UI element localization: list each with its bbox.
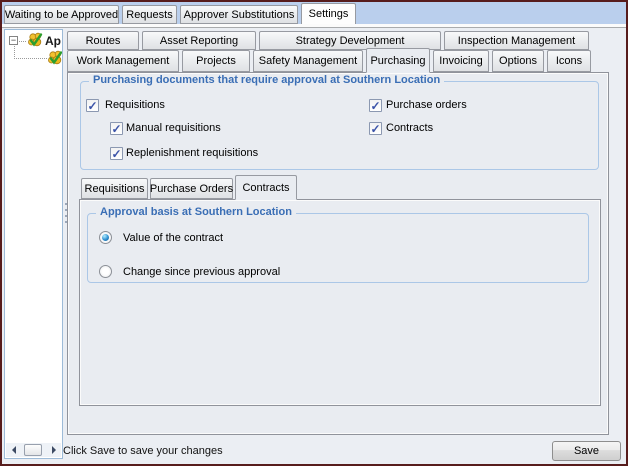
requisitions-checkbox-label[interactable]: Requisitions (105, 99, 165, 111)
tab-invoicing[interactable]: Invoicing (433, 50, 489, 72)
tree-node-label[interactable]: Ap (45, 34, 61, 48)
replenishment-requisitions-checkbox-label[interactable]: Replenishment requisitions (126, 147, 258, 159)
approval-tree-panel: − Ap (4, 29, 63, 459)
tab-icons[interactable]: Icons (547, 50, 591, 72)
main-tab-strip: Waiting to be Approved Requests Approver… (2, 2, 626, 24)
arrow-right-icon (51, 446, 60, 454)
settings-tab-row-1: Routes Asset Reporting Strategy Developm… (67, 31, 589, 50)
document-tab-strip: Requisitions Purchase Orders Contracts (81, 175, 297, 200)
purchasing-documents-group-title: Purchasing documents that require approv… (89, 74, 445, 86)
check-icon: ✓ (370, 122, 381, 136)
tree-connector (14, 58, 47, 59)
tab-safety-management[interactable]: Safety Management (253, 50, 363, 72)
tab-inspection-management[interactable]: Inspection Management (444, 31, 589, 50)
tab-requests[interactable]: Requests (122, 5, 177, 24)
tab-purchase-orders[interactable]: Purchase Orders (150, 178, 233, 199)
tab-waiting-to-be-approved[interactable]: Waiting to be Approved (4, 5, 119, 24)
requisitions-checkbox[interactable]: ✓ (86, 99, 99, 113)
purchase-orders-checkbox[interactable]: ✓ (369, 99, 382, 113)
tab-contracts[interactable]: Contracts (235, 175, 297, 200)
tab-approver-substitutions[interactable]: Approver Substitutions (180, 5, 298, 24)
check-icon: ✓ (111, 147, 122, 161)
tree-expander-icon[interactable]: − (9, 36, 18, 45)
contracts-checkbox-label[interactable]: Contracts (386, 122, 433, 134)
change-since-previous-approval-radio[interactable] (99, 265, 112, 278)
value-of-contract-radio-label[interactable]: Value of the contract (123, 232, 223, 244)
tab-work-management[interactable]: Work Management (67, 50, 179, 72)
value-of-contract-radio[interactable] (99, 231, 112, 244)
settings-tab-row-2: Work Management Projects Safety Manageme… (67, 48, 591, 73)
save-button[interactable]: Save (552, 441, 621, 461)
tab-options[interactable]: Options (492, 50, 544, 72)
tab-asset-reporting[interactable]: Asset Reporting (142, 31, 256, 50)
manual-requisitions-checkbox[interactable]: ✓ (110, 122, 123, 136)
tab-routes[interactable]: Routes (67, 31, 139, 50)
approval-group-icon (28, 32, 43, 47)
check-icon: ✓ (87, 99, 98, 113)
contracts-tab-page: Approval basis at Southern Location Valu… (79, 199, 601, 406)
check-icon: ✓ (111, 122, 122, 136)
status-message: Click Save to save your changes (63, 445, 223, 457)
purchasing-tab-page: Purchasing documents that require approv… (67, 72, 609, 435)
arrow-left-icon (8, 446, 16, 454)
settings-page: − Ap Routes Asset Reporting Strategy Dev… (2, 27, 626, 463)
scroll-left-button[interactable] (6, 444, 19, 457)
tab-settings[interactable]: Settings (301, 3, 356, 24)
change-since-previous-approval-radio-label[interactable]: Change since previous approval (123, 266, 280, 278)
tab-requisitions[interactable]: Requisitions (81, 178, 148, 199)
check-icon: ✓ (370, 99, 381, 113)
app-window: Waiting to be Approved Requests Approver… (0, 0, 628, 466)
manual-requisitions-checkbox-label[interactable]: Manual requisitions (126, 122, 221, 134)
tree-horizontal-scrollbar[interactable] (6, 443, 61, 457)
tab-projects[interactable]: Projects (182, 50, 250, 72)
radio-selected-dot (102, 234, 109, 241)
approval-child-icon (48, 50, 62, 65)
purchase-orders-checkbox-label[interactable]: Purchase orders (386, 99, 467, 111)
scroll-right-button[interactable] (48, 444, 61, 457)
replenishment-requisitions-checkbox[interactable]: ✓ (110, 147, 123, 161)
contracts-checkbox[interactable]: ✓ (369, 122, 382, 136)
approval-basis-group-title: Approval basis at Southern Location (96, 206, 296, 218)
tab-purchasing[interactable]: Purchasing (366, 48, 430, 73)
tree-connector (19, 41, 26, 42)
scrollbar-thumb[interactable] (24, 444, 42, 456)
